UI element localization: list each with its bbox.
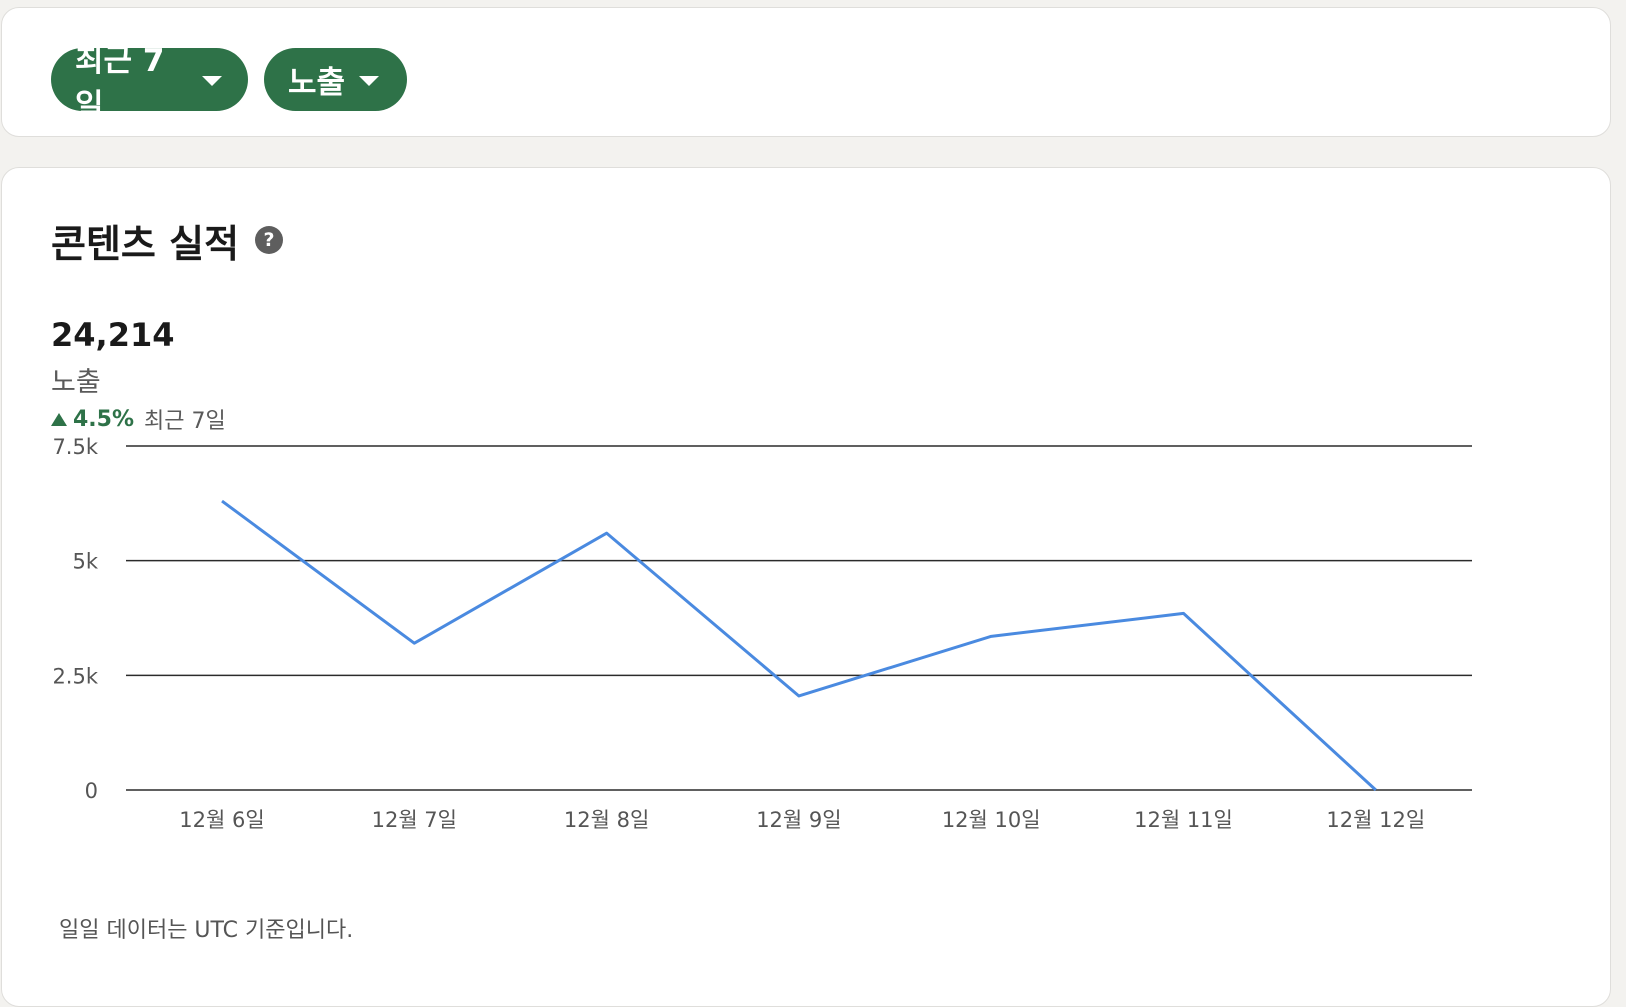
metric-dropdown[interactable]: 노출 [264,48,407,111]
x-tick-label: 12월 6일 [179,808,264,832]
data-point[interactable] [796,693,802,699]
impressions-line-chart: 0 2.5k 5k 7.5k 12월 6일 12월 7일 12월 8일 12월 9일 12월 … [52,435,1472,832]
metric-dropdown-label: 노출 [288,65,346,101]
y-tick-label: 2.5k [52,664,98,688]
x-tick-label: 12월 8일 [564,808,649,832]
data-point[interactable] [1373,787,1379,793]
y-tick-label: 7.5k [52,435,98,459]
caret-down-icon [202,76,222,86]
x-tick-label: 12월 12일 [1326,808,1425,832]
x-tick-label: 12월 10일 [942,808,1041,832]
y-tick-label: 5k [72,550,98,574]
data-point[interactable] [604,530,610,536]
x-tick-label: 12월 11일 [1134,808,1233,832]
content-performance-card: 콘텐츠 실적 ? 24,214 노출 4.5% 최근 7일 0 2.5k 5k 7.5… [1,167,1611,1007]
series-line [221,499,1377,792]
data-point[interactable] [219,498,225,504]
x-tick-label: 12월 9일 [756,808,841,832]
filter-bar: 최근 7일 노출 [1,7,1611,137]
x-tick-label: 12월 7일 [372,808,457,832]
data-point[interactable] [1181,610,1187,616]
date-range-dropdown[interactable]: 최근 7일 [51,43,248,124]
footnote: 일일 데이터는 UTC 기준입니다. [59,918,354,943]
y-tick-label: 0 [85,779,98,803]
data-point[interactable] [988,633,994,639]
caret-down-icon [359,76,380,86]
date-range-label: 최근 7일 [75,42,165,124]
data-point[interactable] [411,640,417,646]
